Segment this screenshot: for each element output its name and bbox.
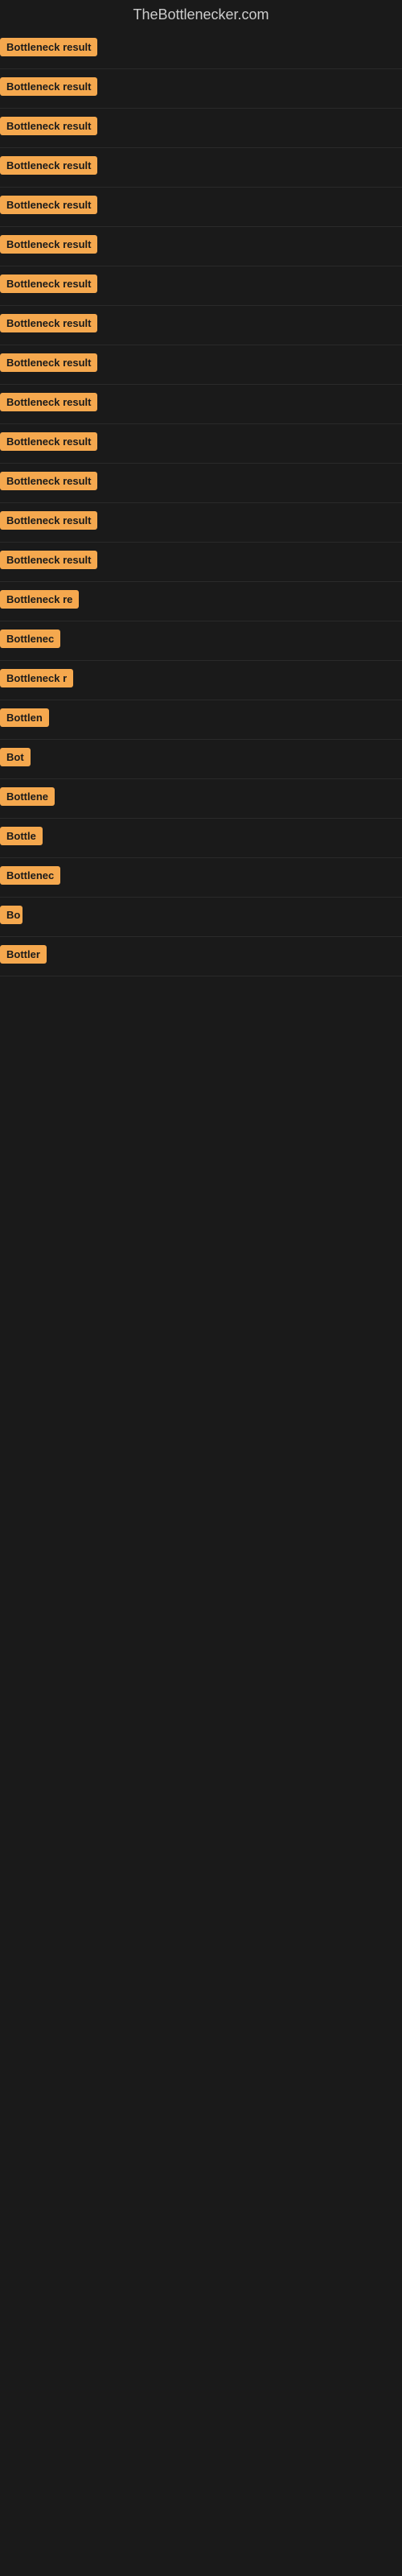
bottleneck-badge[interactable]: Bottlen — [0, 708, 49, 727]
bottleneck-badge[interactable]: Bottleneck result — [0, 314, 97, 332]
result-row: Bottleneck result — [0, 109, 402, 148]
result-row: Bottleneck result — [0, 306, 402, 345]
bottleneck-badge[interactable]: Bottleneck result — [0, 38, 97, 56]
result-row: Bottlene — [0, 779, 402, 819]
bottleneck-badge[interactable]: Bo — [0, 906, 23, 924]
result-row: Bottleneck result — [0, 266, 402, 306]
bottleneck-badge[interactable]: Bottleneck r — [0, 669, 73, 687]
result-row: Bottleneck result — [0, 188, 402, 227]
bottleneck-badge[interactable]: Bottlenec — [0, 630, 60, 648]
result-row: Bottleneck result — [0, 148, 402, 188]
result-row: Bottleneck result — [0, 227, 402, 266]
result-row: Bottleneck result — [0, 69, 402, 109]
result-row: Bottleneck result — [0, 385, 402, 424]
result-row: Bot — [0, 740, 402, 779]
bottleneck-badge[interactable]: Bottleneck result — [0, 275, 97, 293]
bottleneck-badge[interactable]: Bottleneck result — [0, 77, 97, 96]
bottleneck-badge[interactable]: Bottleneck result — [0, 353, 97, 372]
bottleneck-badge[interactable]: Bottler — [0, 945, 47, 964]
bottleneck-badge[interactable]: Bottleneck result — [0, 393, 97, 411]
result-row: Bo — [0, 898, 402, 937]
result-row: Bottlen — [0, 700, 402, 740]
bottleneck-badge[interactable]: Bottlenec — [0, 866, 60, 885]
bottleneck-badge[interactable]: Bottleneck result — [0, 472, 97, 490]
bottleneck-badge[interactable]: Bottleneck result — [0, 196, 97, 214]
bottleneck-badge[interactable]: Bottleneck result — [0, 551, 97, 569]
result-row: Bottlenec — [0, 621, 402, 661]
result-row: Bottleneck result — [0, 464, 402, 503]
result-row: Bottleneck result — [0, 543, 402, 582]
result-row: Bottleneck result — [0, 503, 402, 543]
result-row: Bottleneck re — [0, 582, 402, 621]
result-row: Bottler — [0, 937, 402, 976]
bottleneck-badge[interactable]: Bottleneck result — [0, 117, 97, 135]
bottleneck-badge[interactable]: Bot — [0, 748, 31, 766]
result-row: Bottleneck r — [0, 661, 402, 700]
bottleneck-badge[interactable]: Bottleneck result — [0, 432, 97, 451]
result-row: Bottleneck result — [0, 345, 402, 385]
bottleneck-badge[interactable]: Bottlene — [0, 787, 55, 806]
site-title: TheBottlenecker.com — [0, 0, 402, 30]
result-row: Bottleneck result — [0, 424, 402, 464]
bottleneck-badge[interactable]: Bottleneck result — [0, 156, 97, 175]
bottleneck-badge[interactable]: Bottle — [0, 827, 43, 845]
result-row: Bottlenec — [0, 858, 402, 898]
bottleneck-badge[interactable]: Bottleneck re — [0, 590, 79, 609]
result-row: Bottleneck result — [0, 30, 402, 69]
bottleneck-badge[interactable]: Bottleneck result — [0, 235, 97, 254]
bottleneck-badge[interactable]: Bottleneck result — [0, 511, 97, 530]
result-row: Bottle — [0, 819, 402, 858]
